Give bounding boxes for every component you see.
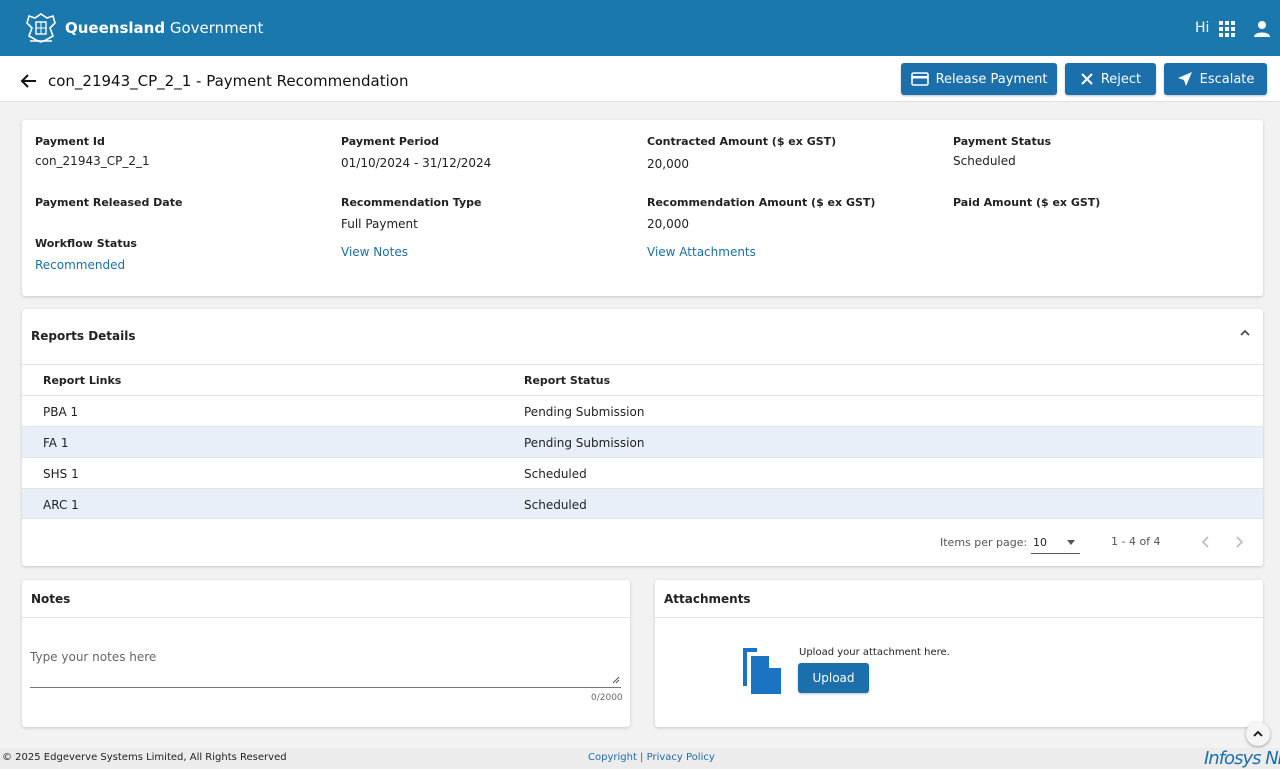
attachments-title: Attachments (664, 592, 751, 606)
reject-button[interactable]: Reject (1065, 63, 1156, 95)
items-per-page-value: 10 (1033, 536, 1047, 549)
resize-handle-icon[interactable] (612, 676, 620, 684)
recommendation-type-field: Recommendation Type Full Payment (341, 196, 481, 231)
infosys-nia-logo: Infosys NIA (1204, 748, 1280, 769)
chevron-up-icon[interactable] (1238, 326, 1252, 340)
release-payment-button[interactable]: Release Payment (901, 63, 1057, 95)
payment-id-label: Payment Id (35, 135, 105, 148)
contracted-amount-value: 20,000 (647, 157, 689, 171)
released-date-field: Payment Released Date (35, 196, 182, 217)
paid-amount-field: Paid Amount ($ ex GST) (953, 196, 1100, 217)
payment-status-field: Payment Status Scheduled (953, 135, 1051, 168)
recommendation-amount-field: Recommendation Amount ($ ex GST) 20,000 (647, 196, 875, 231)
payment-period-value: 01/10/2024 - 31/12/2024 (341, 156, 492, 170)
report-status: Pending Submission (524, 405, 645, 419)
back-arrow-icon[interactable] (20, 72, 38, 90)
attachments-header: Attachments (655, 580, 1263, 618)
paid-amount-label: Paid Amount ($ ex GST) (953, 196, 1101, 209)
view-notes-link[interactable]: View Notes (341, 245, 408, 259)
send-arrow-icon (1177, 72, 1192, 86)
privacy-policy-link[interactable]: Privacy Policy (647, 752, 715, 763)
reports-table: Report Links Report Status PBA 1 Pending… (22, 364, 1263, 519)
paginator: Items per page: 10 1 - 4 of 4 (22, 518, 1263, 566)
reports-title: Reports Details (31, 329, 136, 343)
report-link[interactable]: SHS 1 (43, 467, 79, 481)
released-date-label: Payment Released Date (35, 196, 183, 209)
payment-status-label: Payment Status (953, 135, 1052, 148)
recommendation-type-value: Full Payment (341, 217, 418, 231)
character-counter: 0/2000 (591, 693, 623, 703)
workflow-status-label: Workflow Status (35, 237, 137, 250)
payment-id-field: Payment Id con_21943_CP_2_1 (35, 135, 150, 168)
chevron-up-icon (1253, 730, 1263, 737)
close-icon (1081, 73, 1093, 85)
report-link[interactable]: PBA 1 (43, 405, 78, 419)
workflow-status-link[interactable]: Recommended (35, 258, 137, 272)
release-payment-label: Release Payment (935, 71, 1048, 87)
table-row[interactable]: ARC 1 Scheduled (22, 488, 1263, 519)
table-row[interactable]: SHS 1 Scheduled (22, 457, 1263, 488)
file-copy-icon (743, 648, 781, 694)
apps-grid-icon[interactable] (1219, 21, 1235, 37)
greeting: Hi (1195, 20, 1210, 36)
page-title: con_21943_CP_2_1 - Payment Recommendatio… (48, 72, 409, 90)
table-row[interactable]: PBA 1 Pending Submission (22, 395, 1263, 426)
chevron-right-icon[interactable] (1231, 534, 1247, 550)
column-header-report-status: Report Status (524, 374, 611, 387)
report-link[interactable]: ARC 1 (43, 498, 79, 512)
contracted-amount-label: Contracted Amount ($ ex GST) (647, 135, 837, 148)
recommendation-type-label: Recommendation Type (341, 196, 482, 209)
contracted-amount-field: Contracted Amount ($ ex GST) 20,000 (647, 135, 836, 171)
app-header: Queensland Government Hi (0, 0, 1280, 56)
brand-name: Queensland Government (65, 19, 264, 37)
table-header-row: Report Links Report Status (22, 364, 1263, 395)
chevron-left-icon[interactable] (1198, 534, 1214, 550)
recommendation-amount-label: Recommendation Amount ($ ex GST) (647, 196, 876, 209)
title-bar: con_21943_CP_2_1 - Payment Recommendatio… (0, 56, 1280, 102)
upload-button[interactable]: Upload (798, 663, 869, 693)
copyright-text: © 2025 Edgeverve Systems Limited, All Ri… (2, 752, 287, 763)
recommendation-amount-value: 20,000 (647, 217, 689, 231)
footer-separator: | (636, 752, 647, 763)
reject-label: Reject (1100, 71, 1142, 87)
report-status: Scheduled (524, 498, 587, 512)
footer-links: Copyright | Privacy Policy (588, 752, 715, 763)
table-row[interactable]: FA 1 Pending Submission (22, 426, 1263, 457)
coat-of-arms-logo (26, 13, 56, 43)
reports-details-card: Reports Details Report Links Report Stat… (22, 309, 1263, 566)
workflow-status-field: Workflow Status Recommended (35, 237, 137, 272)
items-per-page-select[interactable]: 10 (1031, 532, 1080, 554)
copyright-link[interactable]: Copyright (588, 752, 637, 763)
scroll-to-top-button[interactable] (1246, 722, 1270, 746)
escalate-label: Escalate (1199, 71, 1255, 87)
payment-status-value: Scheduled (953, 154, 1016, 168)
user-icon[interactable] (1253, 20, 1271, 38)
notes-textarea[interactable] (30, 650, 621, 688)
column-header-report-links: Report Links (43, 374, 122, 387)
footer: © 2025 Edgeverve Systems Limited, All Ri… (0, 748, 1280, 769)
payment-period-label: Payment Period (341, 135, 440, 148)
credit-card-icon (910, 72, 929, 86)
escalate-button[interactable]: Escalate (1164, 63, 1267, 95)
attachments-card: Attachments Upload your attachment here.… (655, 580, 1263, 727)
notes-card: Notes 0/2000 (22, 580, 630, 727)
payment-id-value: con_21943_CP_2_1 (35, 154, 150, 168)
report-status: Scheduled (524, 467, 587, 481)
page-range-label: 1 - 4 of 4 (1111, 535, 1161, 548)
payment-details-card: Payment Id con_21943_CP_2_1 Payment Peri… (22, 120, 1263, 296)
notes-title: Notes (31, 592, 71, 606)
report-link[interactable]: FA 1 (43, 436, 68, 450)
payment-period-field: Payment Period 01/10/2024 - 31/12/2024 (341, 135, 491, 170)
view-attachments-link[interactable]: View Attachments (647, 245, 756, 259)
notes-header: Notes (22, 580, 630, 618)
items-per-page-label: Items per page: (940, 536, 1028, 549)
report-status: Pending Submission (524, 436, 645, 450)
dropdown-arrow-icon (1067, 540, 1075, 545)
upload-prompt: Upload your attachment here. (799, 647, 950, 658)
